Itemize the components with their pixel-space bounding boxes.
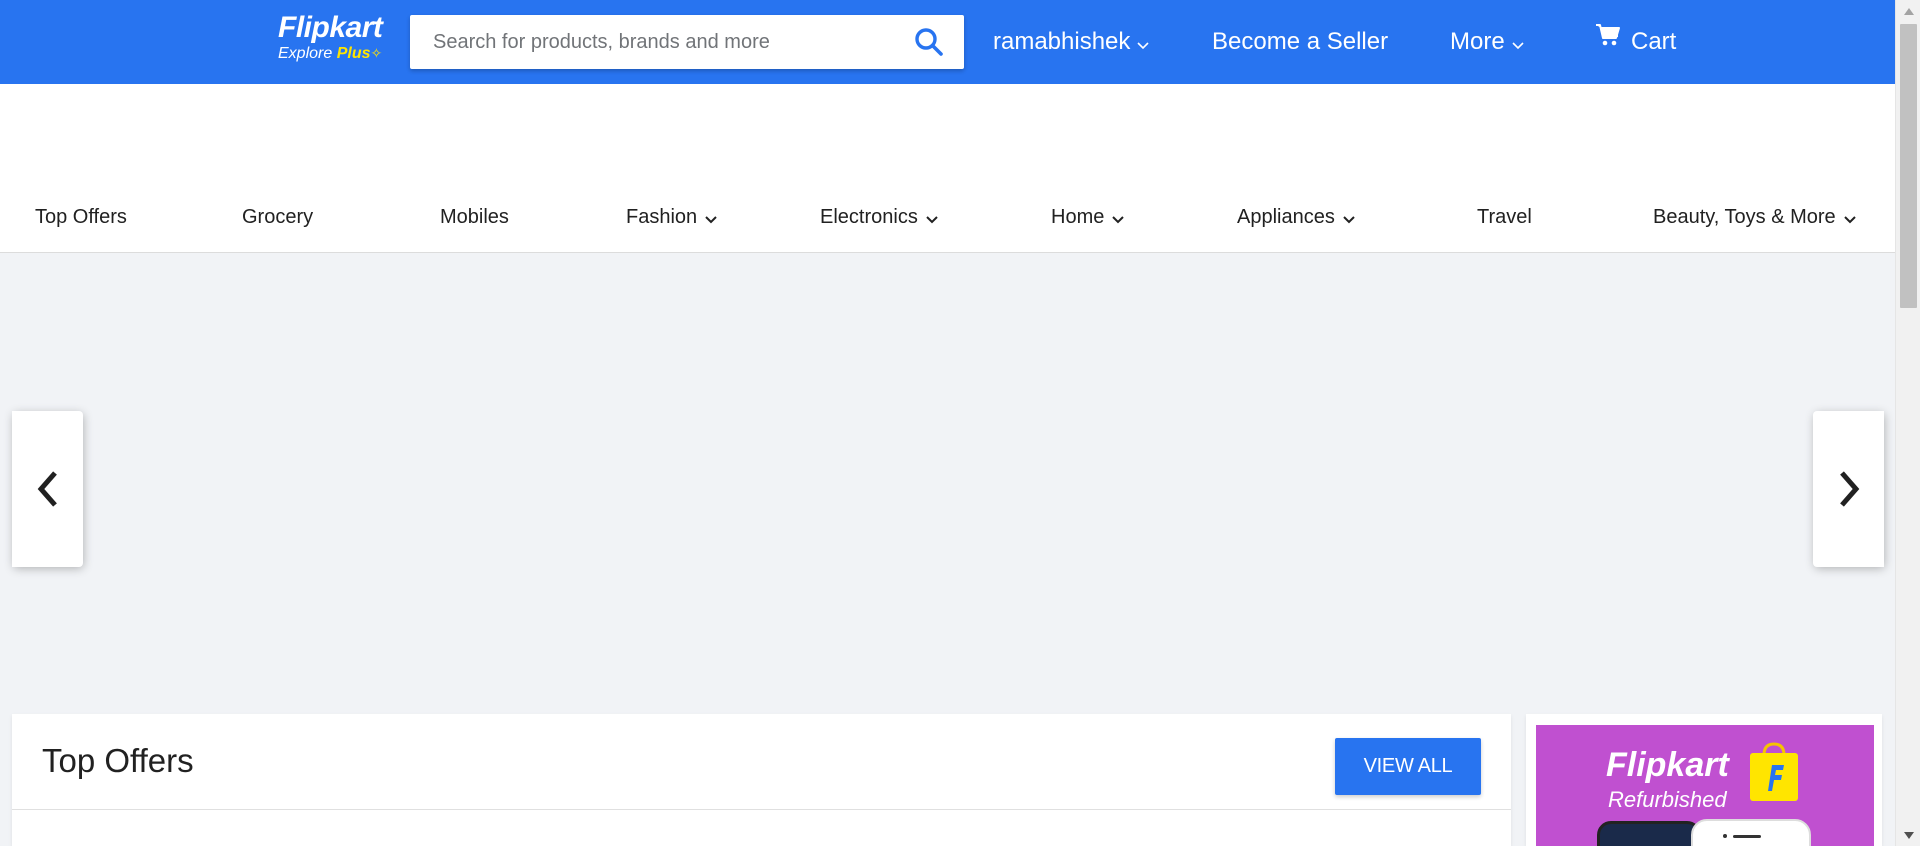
category-label: Beauty, Toys & More	[1653, 206, 1836, 228]
category-nav: Top Offers Grocery Mobiles Fashion Elect…	[0, 84, 1895, 253]
logo-brand: Flipkart	[278, 11, 383, 44]
top-header: Flipkart Explore Plus✧ ramabhishek Becom…	[0, 0, 1895, 84]
page-scrollbar[interactable]	[1895, 0, 1920, 846]
cart-link[interactable]: Cart	[1595, 0, 1676, 84]
chevron-down-icon	[1112, 206, 1125, 230]
chevron-down-icon	[1843, 206, 1856, 230]
category-beauty-toys-more[interactable]: Beauty, Toys & More	[1653, 205, 1856, 230]
category-fashion[interactable]: Fashion	[626, 205, 717, 230]
cart-icon	[1595, 0, 1621, 82]
category-label: Home	[1051, 206, 1105, 228]
shopping-bag-icon	[1750, 742, 1798, 801]
category-label: Electronics	[820, 206, 918, 228]
category-top-offers[interactable]: Top Offers	[35, 205, 127, 229]
plus-star-icon: ✧	[370, 45, 383, 61]
search-input[interactable]	[410, 15, 900, 69]
category-grocery[interactable]: Grocery	[242, 205, 313, 229]
chevron-left-icon	[37, 471, 57, 507]
chevron-down-icon	[705, 206, 717, 230]
more-menu[interactable]: More	[1450, 0, 1524, 84]
flipkart-refurbished-banner[interactable]: Flipkart Refurbished	[1536, 725, 1874, 846]
user-account-menu[interactable]: ramabhishek	[993, 0, 1149, 84]
category-label: Appliances	[1237, 206, 1335, 228]
become-seller-link[interactable]: Become a Seller	[1212, 0, 1388, 84]
promo-card: Flipkart Refurbished	[1526, 714, 1882, 846]
view-all-button[interactable]: VIEW ALL	[1335, 738, 1481, 795]
scroll-down-arrow[interactable]	[1896, 824, 1920, 846]
category-mobiles[interactable]: Mobiles	[440, 205, 509, 229]
more-label: More	[1450, 28, 1505, 55]
user-name: ramabhishek	[993, 28, 1131, 55]
carousel-next-button[interactable]	[1813, 411, 1884, 567]
search-button[interactable]	[914, 27, 946, 59]
category-electronics[interactable]: Electronics	[820, 205, 938, 230]
flipkart-logo[interactable]: Flipkart Explore Plus✧	[278, 12, 393, 68]
category-appliances[interactable]: Appliances	[1237, 205, 1355, 230]
search-box	[410, 15, 964, 69]
top-offers-header: Top Offers VIEW ALL	[12, 714, 1511, 810]
cart-label: Cart	[1631, 28, 1677, 55]
logo-tagline: Explore Plus✧	[278, 45, 383, 62]
chevron-down-icon	[1512, 1, 1524, 85]
carousel-prev-button[interactable]	[12, 411, 83, 567]
top-offers-section: Top Offers VIEW ALL	[12, 714, 1511, 846]
chevron-down-icon	[1343, 206, 1355, 230]
chevron-down-icon	[926, 206, 938, 230]
category-home[interactable]: Home	[1051, 205, 1125, 230]
promo-subtitle: Refurbished	[1608, 787, 1727, 812]
chevron-right-icon	[1839, 471, 1859, 507]
phone-image-white	[1691, 819, 1811, 846]
section-title: Top Offers	[42, 742, 194, 779]
promo-brand: Flipkart	[1606, 746, 1729, 784]
chevron-down-icon	[1137, 1, 1149, 85]
scrollbar-thumb[interactable]	[1900, 24, 1917, 308]
scroll-up-arrow[interactable]	[1896, 0, 1920, 22]
phone-image-dark	[1597, 821, 1701, 846]
category-label: Fashion	[626, 206, 698, 228]
category-travel[interactable]: Travel	[1477, 205, 1532, 229]
search-icon	[915, 28, 943, 56]
